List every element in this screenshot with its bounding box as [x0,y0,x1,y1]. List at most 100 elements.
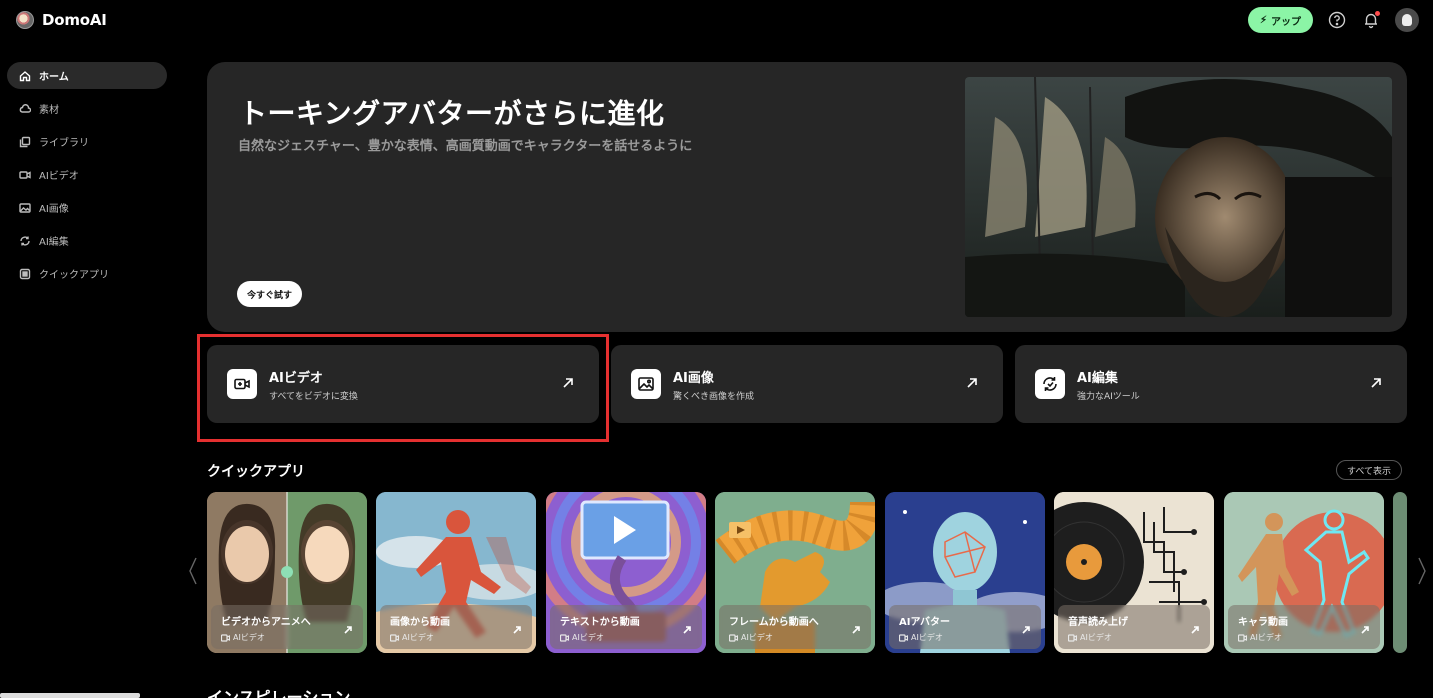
quick-app-title: AIアバター [899,617,951,628]
avatar[interactable] [1395,8,1419,32]
home-icon [19,70,31,82]
sidebar-item-label: ホーム [39,72,69,83]
feature-subtitle: 驚くべき画像を作成 [673,391,755,402]
quick-app-title: キャラ動画 [1238,617,1288,628]
quick-app-label: フレームから動画へ AIビデオ [719,605,871,649]
upgrade-button[interactable]: ⚡︎ アップ [1247,7,1313,33]
notification-dot [1375,11,1380,16]
arrow-up-right-icon [343,620,353,634]
sidebar-item-label: AI編集 [39,237,69,248]
quick-app-tag: AIビデオ [1238,632,1370,643]
quick-app-label: キャラ動画 AIビデオ [1228,605,1380,649]
sidebar-item-label: AIビデオ [39,171,79,182]
quick-app-label: 音声読み上げ AIビデオ [1058,605,1210,649]
window-scrollbar[interactable] [0,693,140,698]
sidebar-item-label: ライブラリ [39,138,89,149]
sidebar-item-label: 素材 [39,105,59,116]
video-icon [19,169,31,181]
bolt-icon: ⚡︎ [1259,14,1267,26]
hero-image-pirate [965,77,1392,317]
carousel-next-icon[interactable] [1416,556,1428,586]
arrow-up-right-icon [1369,375,1383,389]
hero-banner: トーキングアバターがさらに進化 自然なジェスチャー、豊かな表情、高画質動画でキャ… [207,62,1407,332]
quick-app-card-text-to-speech[interactable]: 音声読み上げ AIビデオ [1054,492,1214,653]
arrow-up-right-icon [1360,620,1370,634]
quick-app-tag: AIビデオ [560,632,692,643]
app-logo[interactable]: DomoAI [16,10,107,30]
cloud-icon [19,103,31,115]
quick-app-title: 音声読み上げ [1068,617,1128,628]
quick-app-label: AIアバター AIビデオ [889,605,1041,649]
quick-app-label: 画像から動画 AIビデオ [380,605,532,649]
arrow-up-right-icon [561,375,575,389]
library-icon [19,136,31,148]
video-icon [227,369,257,399]
header-actions: ⚡︎ アップ [1247,7,1419,33]
quick-app-card-image-to-video[interactable]: 画像から動画 AIビデオ [376,492,536,653]
arrow-up-right-icon [965,375,979,389]
feature-card-ai-edit[interactable]: AI編集 強力なAIツール [1015,345,1407,423]
arrow-up-right-icon [851,620,861,634]
video-icon [899,633,908,642]
quick-app-title: テキストから動画 [560,617,640,628]
quick-app-card-text-to-video[interactable]: テキストから動画 AIビデオ [546,492,706,653]
sidebar-item-ai-edit[interactable]: AI編集 [7,227,167,254]
quick-app-label: テキストから動画 AIビデオ [550,605,702,649]
quick-app-card-frame-to-video[interactable]: フレームから動画へ AIビデオ [715,492,875,653]
image-icon [19,202,31,214]
sidebar-item-assets[interactable]: 素材 [7,95,167,122]
quick-apps-carousel: ビデオからアニメへ AIビデオ 画像から動画 AIビデオ テキストから動画 AI… [207,492,1407,654]
logo-icon [16,11,34,29]
video-icon [1068,633,1077,642]
video-icon [729,633,738,642]
quick-app-card-partial[interactable] [1393,492,1407,653]
quick-app-title: フレームから動画へ [729,617,819,628]
quick-app-title: 画像から動画 [390,617,450,628]
bell-icon[interactable] [1361,10,1381,30]
quick-app-tag: AIビデオ [899,632,1031,643]
help-icon[interactable] [1327,10,1347,30]
quick-app-card-character-video[interactable]: キャラ動画 AIビデオ [1224,492,1384,653]
try-now-button[interactable]: 今すぐ試す [237,281,303,307]
sidebar-item-ai-image[interactable]: AI画像 [7,194,167,221]
feature-title: AIビデオ [269,370,323,386]
quick-app-tag: AIビデオ [729,632,861,643]
sidebar-item-library[interactable]: ライブラリ [7,128,167,155]
sidebar-item-ai-video[interactable]: AIビデオ [7,161,167,188]
user-icon [1402,14,1412,26]
quick-app-tag: AIビデオ [390,632,522,643]
feature-cards: AIビデオ すべてをビデオに変換 AI画像 驚くべき画像を作成 AI編集 強力な… [207,345,1407,423]
hero-subtitle: 自然なジェスチャー、豊かな表情、高画質動画でキャラクターを話せるように [238,139,693,154]
feature-card-ai-video[interactable]: AIビデオ すべてをビデオに変換 [207,345,599,423]
edit-icon [19,235,31,247]
sidebar-item-label: AI画像 [39,204,69,215]
sidebar-item-label: クイックアプリ [39,270,109,281]
quick-app-tag: AIビデオ [221,632,353,643]
quick-app-label: ビデオからアニメへ AIビデオ [211,605,363,649]
hero-title: トーキングアバターがさらに進化 [239,97,665,130]
apps-icon [19,268,31,280]
quick-app-card-ai-avatar[interactable]: AIアバター AIビデオ [885,492,1045,653]
quick-app-card-video-to-anime[interactable]: ビデオからアニメへ AIビデオ [207,492,367,653]
video-icon [1238,633,1247,642]
feature-card-ai-image[interactable]: AI画像 驚くべき画像を作成 [611,345,1003,423]
sidebar-item-quick-apps[interactable]: クイックアプリ [7,260,167,287]
feature-subtitle: すべてをビデオに変換 [269,391,358,402]
quick-app-tag: AIビデオ [1068,632,1200,643]
video-icon [390,633,399,642]
app-name: DomoAI [42,11,107,29]
sidebar-item-home[interactable]: ホーム [7,62,167,89]
edit-icon [1035,369,1065,399]
feature-title: AI画像 [673,370,714,386]
arrow-up-right-icon [512,620,522,634]
video-icon [560,633,569,642]
feature-subtitle: 強力なAIツール [1077,391,1140,402]
video-icon [221,633,230,642]
sidebar: ホーム 素材 ライブラリ AIビデオ AI画像 AI編集 クイックアプリ [7,62,167,293]
carousel-prev-icon[interactable] [187,556,199,586]
feature-title: AI編集 [1077,370,1118,386]
see-all-button[interactable]: すべて表示 [1336,460,1403,480]
inspiration-heading: インスピレーション [207,688,351,698]
arrow-up-right-icon [1021,620,1031,634]
quick-app-title: ビデオからアニメへ [221,617,311,628]
